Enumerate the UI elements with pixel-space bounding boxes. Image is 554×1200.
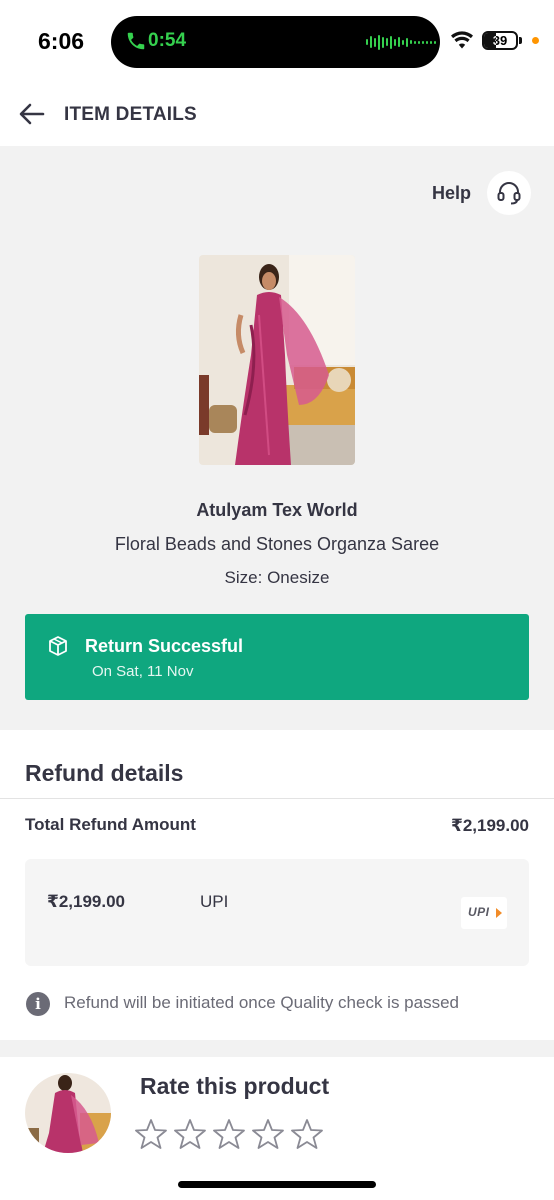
privacy-indicator-dot bbox=[532, 37, 539, 44]
star-5-icon[interactable] bbox=[290, 1117, 324, 1151]
page-title: ITEM DETAILS bbox=[64, 104, 197, 125]
help-label[interactable]: Help bbox=[432, 183, 471, 204]
refund-details-heading: Refund details bbox=[25, 760, 184, 786]
star-4-icon[interactable] bbox=[251, 1117, 285, 1151]
product-name: Floral Beads and Stones Organza Saree bbox=[114, 534, 440, 554]
product-thumbnail bbox=[25, 1073, 111, 1153]
rate-product-section: Rate this product bbox=[0, 1057, 554, 1200]
headset-support-icon bbox=[497, 182, 521, 205]
payment-amount: ₹2,199.00 bbox=[47, 892, 126, 911]
phone-call-icon bbox=[127, 32, 145, 50]
audio-waveform-icon bbox=[366, 34, 436, 50]
return-status-date: On Sat, 11 Nov bbox=[92, 663, 194, 680]
package-box-icon bbox=[49, 636, 67, 656]
upi-logo-icon: UPI bbox=[461, 897, 507, 929]
call-timer: 0:54 bbox=[148, 30, 187, 51]
star-3-icon[interactable] bbox=[212, 1117, 246, 1151]
upi-logo-text: UPI bbox=[468, 905, 490, 919]
product-size: Size: Onesize bbox=[224, 568, 330, 587]
help-button[interactable] bbox=[487, 171, 531, 215]
total-refund-label: Total Refund Amount bbox=[25, 815, 196, 834]
divider bbox=[0, 798, 554, 799]
payment-method: UPI bbox=[200, 892, 229, 911]
wifi-icon bbox=[451, 31, 473, 49]
refund-payment-row: ₹2,199.00 UPI UPI bbox=[25, 859, 529, 966]
refund-details-card: Refund details Total Refund Amount ₹2,19… bbox=[0, 730, 554, 1040]
section-gap bbox=[0, 1040, 554, 1057]
total-refund-amount: ₹2,199.00 bbox=[450, 816, 529, 835]
return-status-banner[interactable]: Return Successful On Sat, 11 Nov bbox=[25, 614, 529, 700]
product-section: Help Atulyam Tex World Floral Beads and … bbox=[0, 146, 554, 730]
star-2-icon[interactable] bbox=[173, 1117, 207, 1151]
app-header: ITEM DETAILS bbox=[0, 86, 554, 146]
star-1-icon[interactable] bbox=[134, 1117, 168, 1151]
seller-name: Atulyam Tex World bbox=[196, 500, 358, 520]
home-indicator[interactable] bbox=[178, 1181, 376, 1188]
battery-icon: 39 bbox=[482, 31, 518, 50]
product-image[interactable] bbox=[199, 255, 355, 465]
refund-info-note: Refund will be initiated once Quality ch… bbox=[64, 993, 459, 1012]
battery-level: 39 bbox=[492, 33, 508, 48]
status-time: 6:06 bbox=[38, 28, 85, 54]
back-arrow-icon[interactable] bbox=[18, 102, 46, 126]
status-bar: 6:06 0:54 39 bbox=[0, 0, 554, 86]
info-icon: i bbox=[26, 992, 50, 1016]
return-status-title: Return Successful bbox=[85, 636, 244, 656]
star-rating[interactable] bbox=[134, 1117, 324, 1151]
rate-product-title: Rate this product bbox=[140, 1073, 330, 1099]
battery-nub bbox=[519, 37, 522, 44]
dynamic-island[interactable]: 0:54 bbox=[111, 16, 440, 68]
